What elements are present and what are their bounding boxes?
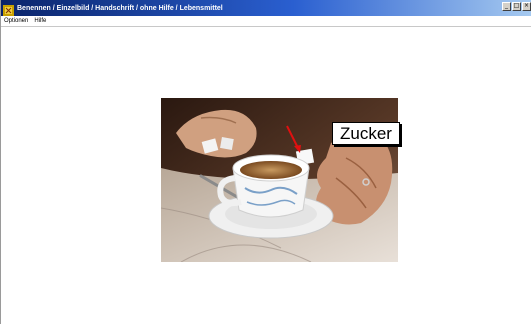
menu-item-optionen[interactable]: Optionen bbox=[4, 18, 28, 24]
menu-item-hilfe[interactable]: Hilfe bbox=[34, 18, 46, 24]
title-bar[interactable]: Benennen / Einzelbild / Handschrift / oh… bbox=[1, 0, 531, 16]
label-box: Zucker bbox=[332, 122, 400, 145]
window-title: Benennen / Einzelbild / Handschrift / oh… bbox=[17, 4, 223, 12]
minimize-button[interactable]: _ bbox=[502, 2, 511, 11]
maximize-button[interactable]: □ bbox=[512, 2, 521, 11]
close-button[interactable]: × bbox=[522, 2, 531, 11]
object-label: Zucker bbox=[340, 123, 392, 143]
menu-bar: Optionen Hilfe bbox=[1, 16, 531, 27]
app-icon bbox=[3, 3, 14, 16]
application-window: Benennen / Einzelbild / Handschrift / oh… bbox=[0, 0, 531, 324]
window-controls: _ □ × bbox=[502, 2, 531, 11]
